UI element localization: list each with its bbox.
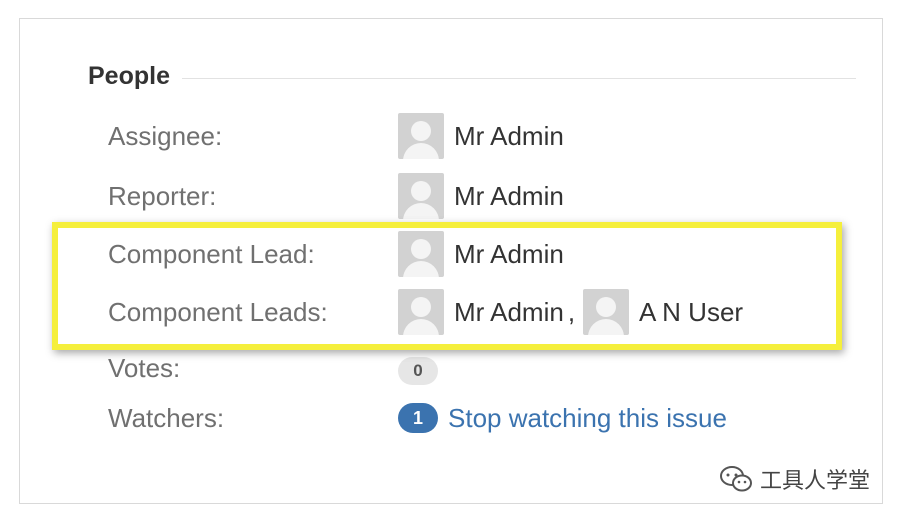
votes-row: Votes: 0 <box>0 346 900 390</box>
assignee-row: Assignee: Mr Admin <box>0 113 900 159</box>
reporter-label: Reporter: <box>108 181 217 211</box>
watchers-label: Watchers: <box>108 403 225 433</box>
component-leads-label: Component Leads: <box>108 297 328 327</box>
watermark: 工具人学堂 <box>718 462 870 496</box>
watchers-count-badge[interactable]: 1 <box>398 403 438 433</box>
wechat-icon <box>718 464 754 494</box>
user-separator: , <box>567 296 576 327</box>
stop-watching-link[interactable]: Stop watching this issue <box>448 403 727 434</box>
reporter-row: Reporter: Mr Admin <box>0 173 900 219</box>
assignee-user-name[interactable]: Mr Admin <box>454 121 564 152</box>
component-lead-value[interactable]: Mr Admin <box>398 231 564 277</box>
watchers-value: 1 Stop watching this issue <box>398 396 727 440</box>
component-lead-user-name[interactable]: Mr Admin <box>454 239 564 270</box>
watermark-text: 工具人学堂 <box>760 469 871 494</box>
component-lead-label: Component Lead: <box>108 239 315 269</box>
votes-value: 0 <box>398 346 438 390</box>
avatar-icon[interactable] <box>398 113 444 159</box>
people-section-header: People <box>88 58 856 94</box>
component-leads-row: Component Leads: Mr Admin , A N User <box>0 289 900 335</box>
component-lead-row: Component Lead: Mr Admin <box>0 231 900 277</box>
avatar-icon[interactable] <box>398 173 444 219</box>
watchers-row: Watchers: 1 Stop watching this issue <box>0 396 900 440</box>
avatar-icon[interactable] <box>583 289 630 335</box>
assignee-value[interactable]: Mr Admin <box>398 113 564 159</box>
component-leads-user-name-2[interactable]: A N User <box>639 297 743 328</box>
reporter-value[interactable]: Mr Admin <box>398 173 564 219</box>
votes-count-badge[interactable]: 0 <box>398 357 438 385</box>
reporter-user-name[interactable]: Mr Admin <box>454 181 564 212</box>
component-leads-value: Mr Admin , A N User <box>398 289 743 335</box>
avatar-icon[interactable] <box>398 289 444 335</box>
page: People Assignee: Mr Admin Reporter: Mr A… <box>0 0 900 520</box>
component-leads-user-name-1[interactable]: Mr Admin <box>454 297 564 328</box>
avatar-icon[interactable] <box>398 231 444 277</box>
section-divider <box>181 77 856 79</box>
assignee-label: Assignee: <box>108 121 223 151</box>
section-title: People <box>88 61 170 90</box>
votes-label: Votes: <box>108 353 181 383</box>
